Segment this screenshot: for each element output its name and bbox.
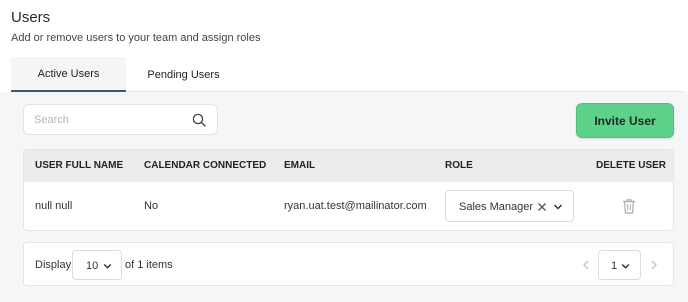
page-size-value: 10 [86,260,99,272]
cell-calendar-connected: No [144,200,159,212]
display-label: Display [35,259,72,271]
trash-icon[interactable] [622,198,636,214]
clear-icon[interactable] [537,202,547,212]
role-select-value: Sales Manager [459,201,533,213]
column-header-calendar-connected: CALENDAR CONNECTED [144,160,267,171]
chevron-down-icon [103,264,112,269]
page-subtitle: Add or remove users to your team and ass… [11,32,261,44]
page-size-select[interactable]: 10 [72,250,122,280]
tab-active-users[interactable]: Active Users [11,57,126,92]
search-input[interactable] [34,111,184,129]
table-row: null null No ryan.uat.test@mailinator.co… [24,182,673,230]
chevron-left-icon[interactable] [582,260,590,270]
column-header-role: ROLE [445,160,473,171]
current-page-value: 1 [611,260,618,272]
chevron-down-icon[interactable] [553,203,563,211]
pagination-bar: Display 10 of 1 items 1 [23,242,674,286]
search-icon[interactable] [192,113,206,127]
table-header: USER FULL NAME CALENDAR CONNECTED EMAIL … [24,150,673,182]
column-header-full-name: USER FULL NAME [35,160,124,171]
items-count: of 1 items [125,259,173,271]
cell-full-name: null null [35,200,73,212]
chevron-down-icon [621,264,630,269]
search-box[interactable] [23,104,218,135]
column-header-email: EMAIL [284,160,316,171]
invite-user-button[interactable]: Invite User [576,103,674,138]
column-header-delete-user: DELETE USER [596,160,667,171]
page-title: Users [11,9,51,26]
cell-email: ryan.uat.test@mailinator.com [284,200,427,212]
chevron-right-icon[interactable] [650,260,658,270]
users-table: USER FULL NAME CALENDAR CONNECTED EMAIL … [23,149,674,231]
role-select[interactable]: Sales Manager [445,190,574,222]
tab-pending-users[interactable]: Pending Users [126,57,241,92]
page-number-select[interactable]: 1 [598,250,641,280]
tab-bar: Active Users Pending Users [11,57,685,92]
